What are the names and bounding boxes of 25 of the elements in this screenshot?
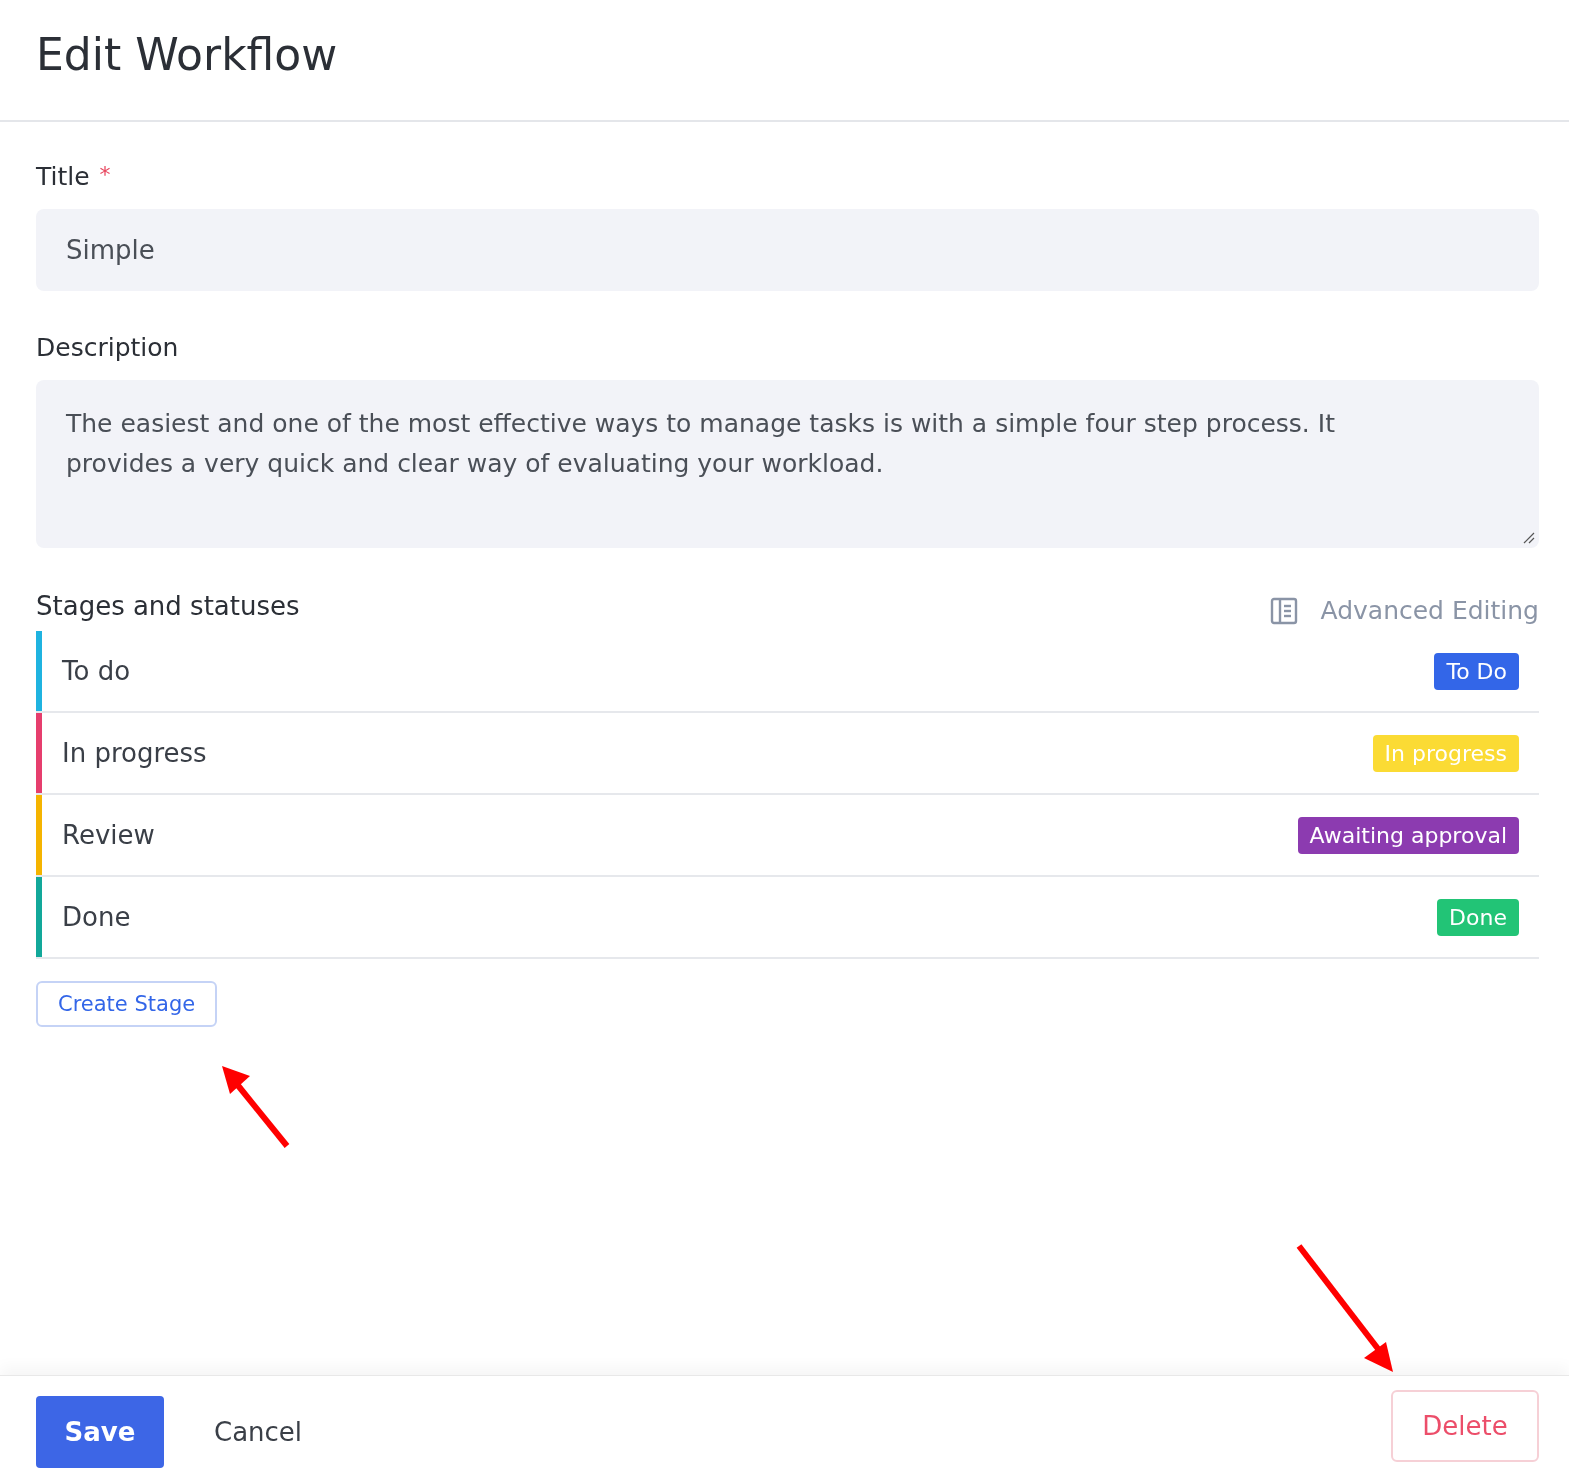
field-label: Title [36,162,90,191]
stage-name: Done [62,902,132,932]
page-title: Edit Workflow [36,28,338,80]
panel-layout-icon [1270,596,1299,625]
required-mark: * [99,162,111,189]
status-tag: To Do [1434,652,1519,690]
save-button[interactable]: Save [36,1396,164,1468]
status-tag: Awaiting approval [1297,816,1519,854]
field-label: Description [36,333,179,362]
cancel-button[interactable]: Cancel [184,1396,333,1468]
resize-grip-icon[interactable] [1523,532,1535,544]
stage-name: In progress [62,738,208,768]
section-heading: Stages and statuses [36,590,300,621]
create-stage-button[interactable]: Create Stage [36,981,218,1027]
stage-row[interactable]: In progress In progress [36,713,1539,795]
stage-row[interactable]: Done Done [36,877,1539,959]
stage-row[interactable]: Review Awaiting approval [36,795,1539,877]
stage-name: To do [62,656,132,686]
status-tag: Done [1437,898,1519,936]
delete-button[interactable]: Delete [1391,1390,1539,1462]
title-input[interactable]: Simple [36,209,1539,291]
status-tag: In progress [1372,734,1519,772]
stage-name: Review [62,820,156,850]
stage-row[interactable]: To do To Do [36,631,1539,713]
description-textarea[interactable]: The easiest and one of the most effective ways to manage tasks is with a simple four step process. It provides a very quick and clear way of evaluating your workload. [36,380,1539,548]
